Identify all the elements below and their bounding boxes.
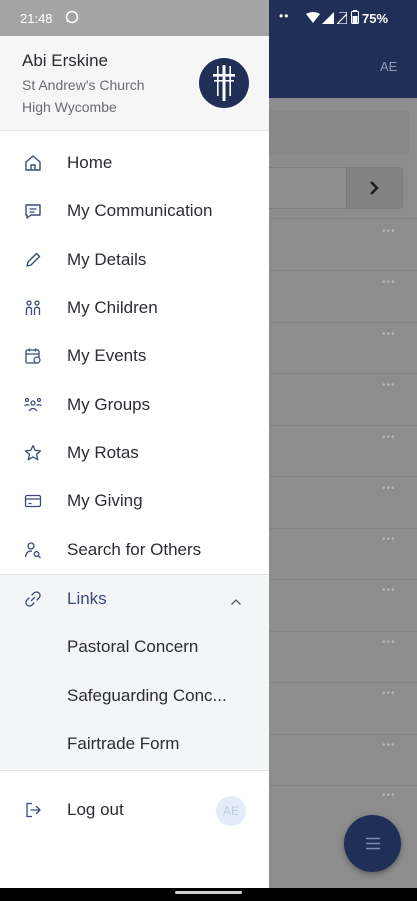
- menu-item-my-groups[interactable]: My Groups: [0, 381, 269, 429]
- group-icon: [23, 395, 43, 415]
- user-avatar: AE: [216, 796, 246, 826]
- pencil-icon: [23, 250, 43, 270]
- home-gesture-handle[interactable]: [175, 891, 242, 894]
- no-sim-icon: [336, 11, 348, 29]
- link-label-safeguarding-concern: Safeguarding Conc...: [67, 686, 227, 705]
- menu-item-my-events[interactable]: My Events: [0, 332, 269, 380]
- links-label: Links: [67, 589, 107, 608]
- menu-label-home: Home: [67, 153, 113, 172]
- chevron-right-icon: [370, 181, 379, 195]
- whatsapp-notification-icon: [65, 10, 79, 29]
- links-section: Links Pastoral Concern Safeguarding Conc…: [0, 574, 269, 771]
- menu-item-my-details[interactable]: My Details: [0, 236, 269, 284]
- card-icon: [23, 491, 43, 511]
- home-icon: [23, 153, 43, 173]
- profile-church: St Andrew's Church: [22, 77, 145, 93]
- link-item-pastoral-concern[interactable]: Pastoral Concern: [0, 623, 269, 671]
- link-item-safeguarding-concern[interactable]: Safeguarding Conc...: [0, 672, 269, 720]
- menu-label-my-communication: My Communication: [67, 201, 213, 220]
- background-fab-menu-button: [344, 815, 401, 872]
- background-next-button: [346, 167, 403, 209]
- profile-name: Abi Erskine: [22, 51, 108, 70]
- link-label-fairtrade-form: Fairtrade Form: [67, 734, 180, 753]
- link-item-fairtrade-form[interactable]: Fairtrade Form: [0, 720, 269, 768]
- status-time: 21:48: [20, 11, 53, 26]
- menu-label-my-events: My Events: [67, 346, 147, 365]
- children-icon: [23, 298, 43, 318]
- link-icon: [23, 589, 43, 609]
- message-icon: [23, 201, 43, 221]
- menu-label-my-giving: My Giving: [67, 491, 143, 510]
- links-toggle[interactable]: Links: [0, 575, 269, 623]
- logout-button[interactable]: Log out AE: [0, 786, 269, 834]
- menu-item-my-giving[interactable]: My Giving: [0, 477, 269, 525]
- menu-item-my-children[interactable]: My Children: [0, 284, 269, 332]
- person-search-icon: [23, 540, 43, 560]
- background-header-initials: AE: [380, 59, 398, 74]
- menu-label-search-for-others: Search for Others: [67, 540, 202, 559]
- menu-label-my-groups: My Groups: [67, 395, 151, 414]
- battery-icon: [351, 10, 359, 29]
- menu-label-my-children: My Children: [67, 298, 158, 317]
- background-search-area: [269, 110, 409, 155]
- menu-label-my-rotas: My Rotas: [67, 443, 139, 462]
- status-bar: 21:48 •• 75%: [0, 0, 417, 36]
- link-label-pastoral-concern: Pastoral Concern: [67, 637, 199, 656]
- more-notifications-icon: ••: [279, 9, 290, 23]
- background-app-header: AE: [269, 36, 417, 98]
- battery-percentage: 75%: [362, 11, 389, 26]
- menu-icon: [366, 837, 380, 850]
- system-navigation-bar: [0, 888, 417, 901]
- calendar-icon: [23, 346, 43, 366]
- profile-location: High Wycombe: [22, 99, 117, 115]
- church-logo: [199, 58, 249, 108]
- chevron-up-icon: [230, 593, 242, 611]
- menu-item-search-for-others[interactable]: Search for Others: [0, 526, 269, 574]
- logout-icon: [23, 800, 43, 820]
- profile-header[interactable]: Abi Erskine St Andrew's Church High Wyco…: [0, 36, 269, 131]
- logout-label: Log out: [67, 800, 124, 819]
- cross-icon: [213, 65, 235, 101]
- signal-icon: [322, 11, 334, 29]
- menu-item-home[interactable]: Home: [0, 139, 269, 187]
- menu-item-my-communication[interactable]: My Communication: [0, 187, 269, 235]
- navigation-drawer: Abi Erskine St Andrew's Church High Wyco…: [0, 36, 269, 888]
- menu-item-my-rotas[interactable]: My Rotas: [0, 429, 269, 477]
- star-icon: [23, 443, 43, 463]
- menu-label-my-details: My Details: [67, 250, 147, 269]
- wifi-icon: [306, 11, 320, 29]
